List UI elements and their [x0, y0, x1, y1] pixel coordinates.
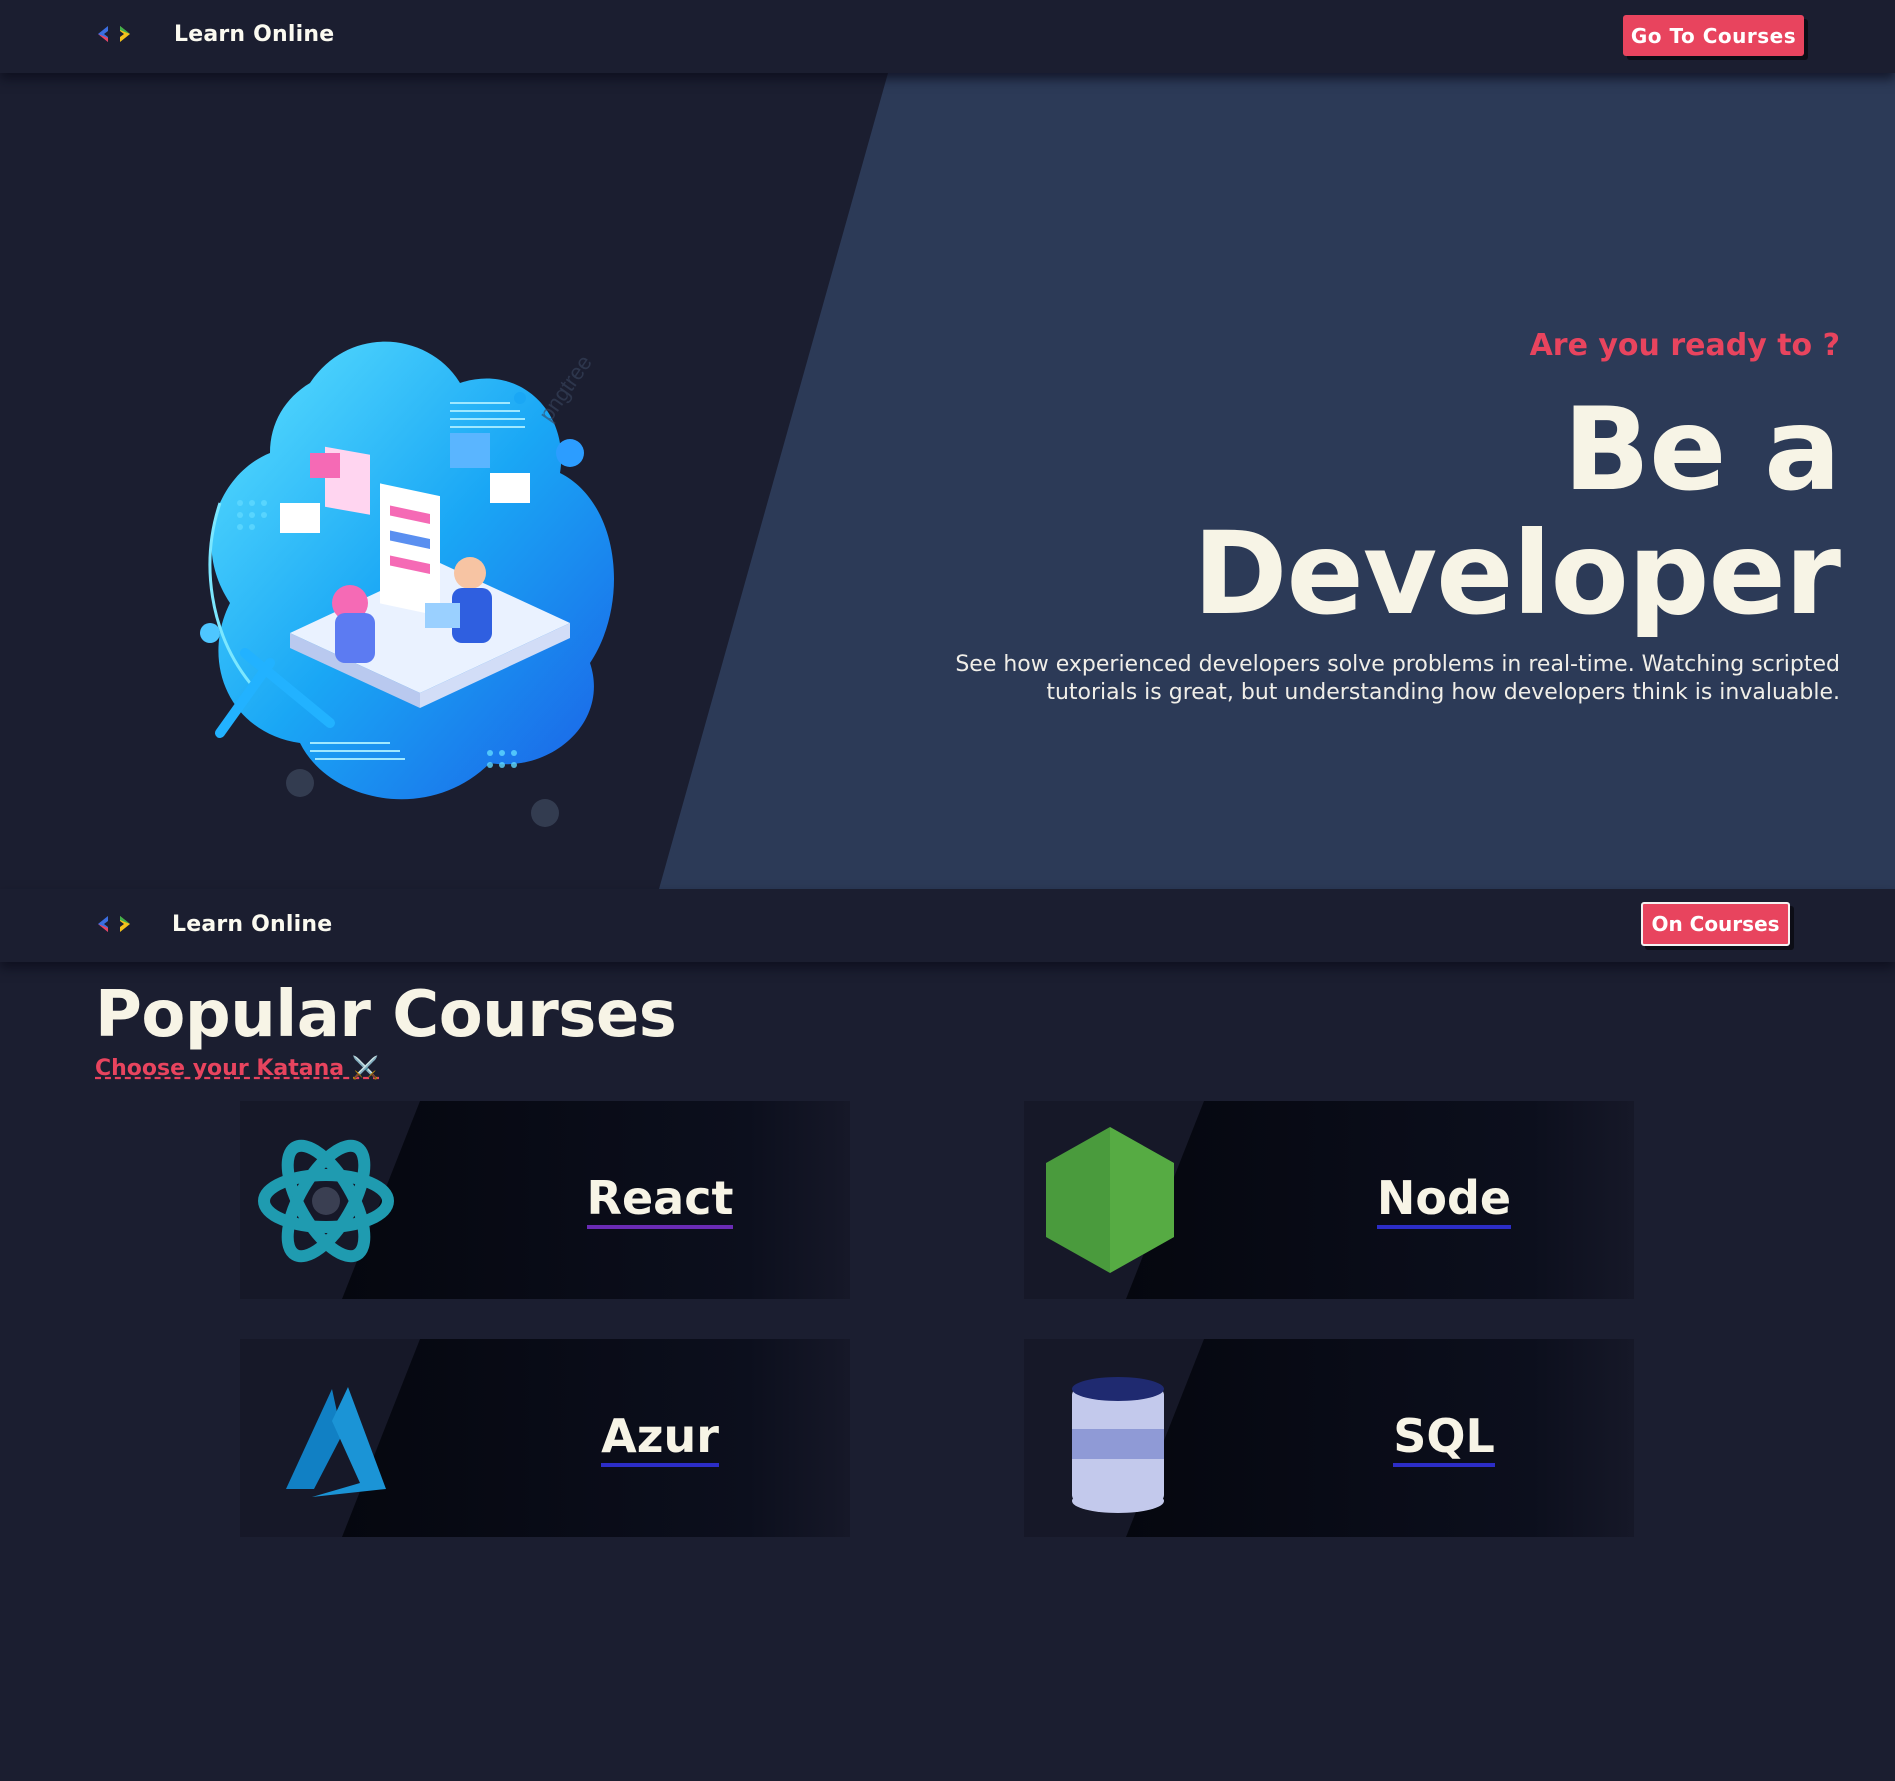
- code-brackets-logo-icon[interactable]: [96, 22, 136, 48]
- top-navbar: Learn Online Go To Courses: [0, 0, 1895, 73]
- hero-kicker: Are you ready to ?: [1529, 328, 1840, 363]
- course-card-azure[interactable]: Azur: [240, 1339, 850, 1537]
- secondary-navbar: Learn Online On Courses: [0, 889, 1895, 962]
- course-label-azure: Azur: [601, 1409, 719, 1467]
- course-card-sql[interactable]: SQL: [1024, 1339, 1634, 1537]
- database-icon: [1072, 1377, 1164, 1513]
- courses-subtitle-link[interactable]: Choose your Katana ⚔️: [95, 1056, 379, 1081]
- hero-title-line1: Be a: [1563, 383, 1841, 516]
- hero-section: pngtree Are you ready to ? Be a Develope…: [0, 73, 1895, 889]
- hero-title-line2: Developer: [1192, 507, 1841, 640]
- course-label-sql: SQL: [1393, 1409, 1495, 1467]
- brand-name[interactable]: Learn Online: [172, 912, 332, 937]
- course-label-node: Node: [1376, 1171, 1512, 1229]
- course-label-react: React: [586, 1171, 734, 1229]
- course-card-react[interactable]: React: [240, 1101, 850, 1299]
- nodejs-icon: [1046, 1127, 1174, 1273]
- react-icon: [258, 1139, 394, 1263]
- developer-illustration: pngtree: [200, 341, 614, 827]
- go-to-courses-button[interactable]: Go To Courses: [1623, 15, 1804, 56]
- code-brackets-logo-icon[interactable]: [96, 912, 136, 938]
- brand-name[interactable]: Learn Online: [174, 22, 334, 47]
- watermark-text: pngtree: [534, 350, 597, 425]
- courses-title: Popular Courses: [95, 978, 677, 1052]
- hero-title: Be a Developer: [1192, 383, 1841, 640]
- azure-icon: [286, 1387, 386, 1497]
- on-courses-button[interactable]: On Courses: [1641, 902, 1790, 946]
- hero-description: See how experienced developers solve pro…: [955, 652, 1840, 705]
- course-card-node[interactable]: Node: [1024, 1101, 1634, 1299]
